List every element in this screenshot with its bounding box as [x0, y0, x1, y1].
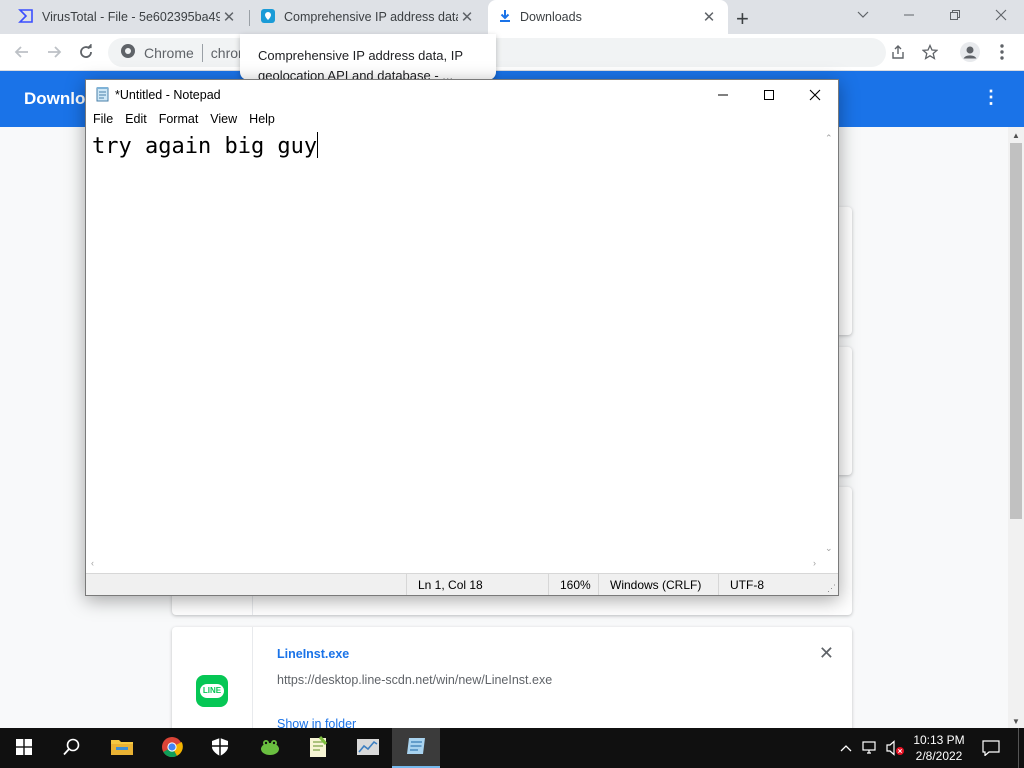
status-cursor-position: Ln 1, Col 18 — [406, 574, 548, 595]
browser-toolbar: Chrome chrome — [0, 34, 1024, 71]
notepad-text-area[interactable]: try again big guy — [86, 129, 821, 556]
notepad-horizontal-scrollbar[interactable]: ‹ › — [86, 556, 821, 573]
menu-help[interactable]: Help — [243, 110, 281, 129]
status-encoding: UTF-8 — [718, 574, 822, 595]
chrome-icon — [161, 736, 183, 761]
scroll-down-arrow-icon[interactable]: ▼ — [1012, 717, 1020, 726]
virustotal-icon — [18, 8, 34, 27]
clock-date: 2/8/2022 — [915, 749, 963, 763]
show-hidden-icons-chevron-up-icon[interactable] — [838, 738, 854, 758]
notifications-icon[interactable] — [980, 738, 1002, 758]
status-line-ending: Windows (CRLF) — [598, 574, 718, 595]
hover-card-title: Comprehensive IP address data, IP geoloc… — [258, 48, 463, 80]
scroll-right-arrow-icon[interactable]: › — [813, 558, 816, 568]
clock-time: 10:13 PM — [913, 733, 965, 747]
text-caret — [317, 132, 319, 158]
profile-avatar-icon[interactable] — [956, 38, 984, 66]
taskbar-frog-app[interactable] — [246, 728, 294, 768]
frog-app-icon — [258, 737, 282, 760]
browser-tab-strip: VirusTotal - File - 5e602395ba49f ✕ Comp… — [0, 0, 1024, 34]
tab-close-icon[interactable]: ✕ — [220, 8, 238, 26]
notepad-vertical-scrollbar[interactable]: ⌃ ⌄ — [821, 129, 838, 556]
network-icon[interactable] — [861, 738, 881, 758]
notepad-minimize-button[interactable] — [700, 80, 746, 110]
tab-search-chevron-down-icon[interactable] — [840, 0, 886, 30]
tab-ip-address-data[interactable]: Comprehensive IP address data, I ✕ — [250, 0, 486, 34]
notepad-icon — [405, 736, 427, 759]
menu-format[interactable]: Format — [153, 110, 205, 129]
bookmark-star-icon[interactable] — [916, 38, 944, 66]
restore-button[interactable] — [932, 0, 978, 30]
tab-close-icon[interactable]: ✕ — [700, 8, 718, 26]
scroll-up-arrow-icon[interactable]: ▲ — [1012, 131, 1020, 140]
download-source-url: https://desktop.line-scdn.net/win/new/Li… — [277, 673, 553, 687]
scroll-down-arrow-icon[interactable]: ⌄ — [825, 543, 833, 554]
chart-app-icon — [356, 737, 380, 760]
tab-title: Comprehensive IP address data, I — [284, 10, 458, 24]
taskbar-windows-security[interactable] — [196, 728, 244, 768]
notepad-content-text: try again big guy — [92, 134, 318, 159]
tab-hover-card: Comprehensive IP address data, IP geoloc… — [240, 34, 496, 80]
taskbar-notepadpp[interactable] — [294, 728, 342, 768]
taskbar-notepad[interactable] — [392, 728, 440, 768]
menu-view[interactable]: View — [204, 110, 243, 129]
taskbar-chart-app[interactable] — [344, 728, 392, 768]
forward-arrow-icon[interactable] — [40, 38, 68, 66]
windows-security-shield-icon — [211, 737, 229, 760]
downloads-more-menu-icon[interactable]: ⋮ — [982, 87, 1000, 108]
site-label: Chrome — [144, 44, 194, 61]
remove-download-close-icon[interactable]: ✕ — [819, 643, 834, 664]
file-explorer-icon — [110, 737, 134, 760]
menu-edit[interactable]: Edit — [119, 110, 153, 129]
search-icon — [63, 738, 81, 759]
notepad-status-bar: Ln 1, Col 18 160% Windows (CRLF) UTF-8 ⋰ — [86, 573, 838, 595]
notepad-app-icon — [95, 86, 111, 102]
close-window-button[interactable] — [978, 0, 1024, 30]
line-app-icon: LINE — [196, 675, 228, 707]
notepad-window-title: *Untitled - Notepad — [115, 88, 221, 102]
tab-downloads[interactable]: Downloads ✕ — [488, 0, 728, 34]
tab-title: Downloads — [520, 10, 582, 24]
back-arrow-icon[interactable] — [8, 38, 36, 66]
chrome-menu-icon[interactable] — [988, 38, 1016, 66]
volume-muted-icon[interactable] — [884, 738, 906, 758]
notepad-window: *Untitled - Notepad File Edit Format Vie… — [85, 79, 839, 596]
share-icon[interactable] — [884, 38, 912, 66]
line-logo-text: LINE — [199, 684, 225, 698]
tab-close-icon[interactable]: ✕ — [458, 8, 476, 26]
start-button[interactable] — [0, 728, 48, 768]
taskbar-chrome[interactable] — [148, 728, 196, 768]
omnibox-separator — [201, 43, 203, 62]
reload-icon[interactable] — [72, 38, 100, 66]
menu-file[interactable]: File — [87, 110, 119, 129]
notepadpp-icon — [308, 735, 328, 761]
tab-title: VirusTotal - File - 5e602395ba49f — [42, 10, 220, 24]
taskbar-search-button[interactable] — [48, 728, 96, 768]
notepad-menu-bar: File Edit Format View Help — [86, 110, 838, 129]
location-pin-icon — [260, 8, 276, 27]
new-tab-button[interactable]: + — [736, 6, 749, 32]
scroll-up-arrow-icon[interactable]: ⌃ — [825, 133, 833, 144]
download-icon — [498, 9, 512, 26]
taskbar-file-explorer[interactable] — [98, 728, 146, 768]
notepad-close-button[interactable] — [792, 80, 838, 110]
taskbar-clock[interactable]: 10:13 PM 2/8/2022 — [905, 732, 973, 764]
minimize-button[interactable] — [886, 0, 932, 30]
scrollbar-thumb[interactable] — [1010, 143, 1022, 519]
show-desktop-button[interactable] — [1018, 728, 1024, 768]
resize-grip-icon[interactable]: ⋰ — [827, 583, 836, 594]
scrollbar-corner — [821, 556, 838, 573]
status-zoom: 160% — [548, 574, 598, 595]
scroll-left-arrow-icon[interactable]: ‹ — [91, 558, 94, 568]
windows-taskbar: 10:13 PM 2/8/2022 — [0, 728, 1024, 768]
chrome-logo-icon — [120, 43, 136, 62]
page-scrollbar[interactable]: ▲ ▼ — [1008, 127, 1024, 728]
download-file-name-link[interactable]: LineInst.exe — [277, 647, 349, 661]
notepad-maximize-button[interactable] — [746, 80, 792, 110]
notepad-title-bar[interactable]: *Untitled - Notepad — [86, 80, 838, 110]
windows-start-icon — [16, 738, 32, 758]
tab-virustotal[interactable]: VirusTotal - File - 5e602395ba49f ✕ — [8, 0, 248, 34]
address-bar[interactable]: Chrome chrome — [108, 38, 886, 67]
